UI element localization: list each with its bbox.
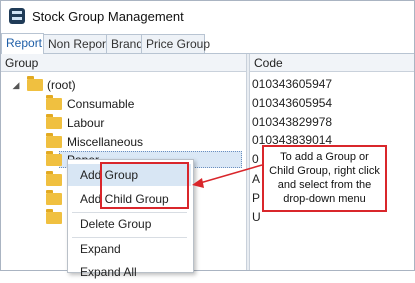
app-icon: [9, 8, 25, 24]
folder-icon: [46, 171, 62, 186]
code-cell[interactable]: 010343605954: [252, 94, 332, 112]
tab-price-group[interactable]: Price Group: [141, 34, 210, 53]
code-cell[interactable]: P: [252, 189, 260, 207]
tree-node[interactable]: Miscellaneous: [1, 133, 246, 151]
tree-node[interactable]: Consumable: [1, 95, 246, 113]
folder-icon: [46, 95, 62, 110]
group-column-header[interactable]: Group: [1, 54, 246, 72]
code-cell[interactable]: U: [252, 208, 261, 226]
folder-icon: [46, 151, 62, 166]
menu-item-delete-group[interactable]: Delete Group: [68, 213, 191, 235]
folder-icon: [46, 114, 62, 129]
annotation-highlight-box: [100, 162, 189, 209]
tree-node-root[interactable]: ◢ (root): [1, 76, 246, 94]
folder-icon: [27, 76, 43, 91]
folder-icon: [46, 209, 62, 224]
tree-node-label: (root): [47, 78, 76, 92]
code-cell[interactable]: 0: [252, 150, 259, 168]
tab-strip: Report Non Report Brand Price Group: [1, 32, 414, 54]
tab-brand[interactable]: Brand: [106, 34, 143, 53]
instruction-callout: To add a Group or Child Group, right cli…: [262, 145, 387, 212]
menu-item-expand[interactable]: Expand: [68, 238, 191, 260]
folder-icon: [46, 133, 62, 148]
title-bar: Stock Group Management: [1, 1, 414, 32]
collapse-icon[interactable]: ◢: [11, 80, 21, 90]
stock-group-window: Stock Group Management Report Non Report…: [0, 0, 415, 271]
folder-icon: [46, 190, 62, 205]
window-title: Stock Group Management: [32, 9, 184, 24]
tree-node[interactable]: Labour: [1, 114, 246, 132]
tree-node-label: Miscellaneous: [67, 135, 144, 149]
tree-node-label: Consumable: [67, 97, 135, 111]
menu-item-expand-all[interactable]: Expand All: [68, 261, 191, 283]
code-cell[interactable]: 010343605947: [252, 75, 332, 93]
code-cell[interactable]: 010343829978: [252, 113, 332, 131]
code-column-header[interactable]: Code: [250, 54, 414, 72]
tree-node-label: Labour: [67, 116, 105, 130]
tab-report[interactable]: Report: [1, 33, 44, 54]
tab-non-report[interactable]: Non Report: [43, 34, 109, 53]
code-cell[interactable]: A: [252, 170, 260, 188]
